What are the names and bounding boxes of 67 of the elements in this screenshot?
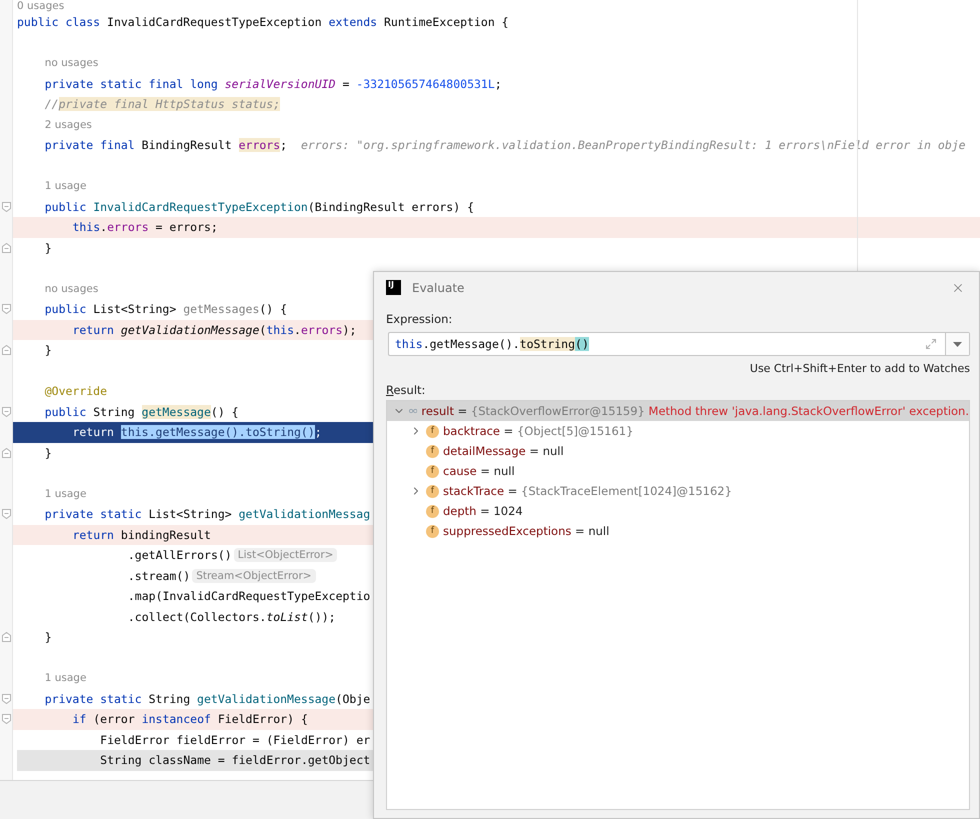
variable-text: result = {StackOverflowError@15159} Method threw 'java.lang.StackOverflowError' exception. <box>421 404 969 418</box>
tree-row[interactable]: result = {StackOverflowError@15159} Method threw 'java.lang.StackOverflowError' exception. <box>387 401 969 421</box>
variable-text: stackTrace = {StackTraceElement[1024]@15162} <box>443 484 732 498</box>
field-icon: f <box>426 484 439 498</box>
expression-label: Expression: <box>386 312 452 326</box>
code-text: @Override <box>44 384 108 398</box>
code-text: } <box>44 630 52 644</box>
code-text: //private final HttpStatus status; <box>44 97 280 112</box>
code-text: private static final long serialVersionUID = -332105657464800531L; <box>44 76 502 91</box>
code-text: if (error instanceof FieldError) { <box>72 712 308 726</box>
code-text: public String getMessage() { <box>44 404 239 419</box>
variable-text: detailMessage = null <box>443 444 564 458</box>
fold-end-icon[interactable] <box>2 242 10 253</box>
expression-field[interactable]: this.getMessage().toString() <box>388 332 970 356</box>
code-text: private static String getValidationMessage(Obje <box>44 692 370 706</box>
code-text: return getValidationMessage(this.errors); <box>72 322 356 337</box>
code-text: } <box>44 343 52 358</box>
code-text: this.errors = errors; <box>72 220 218 234</box>
fold-end-icon[interactable] <box>2 345 10 356</box>
fold-icon[interactable] <box>2 304 10 314</box>
result-label: Result: <box>386 383 426 397</box>
code-text: .stream() <box>128 568 190 583</box>
field-icon: f <box>426 464 439 478</box>
tree-row[interactable]: f depth = 1024 <box>387 501 969 521</box>
app-logo-icon: IJ <box>386 280 401 295</box>
fold-icon[interactable] <box>2 202 10 212</box>
code-text: private final BindingResult errors; <box>44 138 288 152</box>
code-text: .map(InvalidCardRequestTypeExceptio <box>128 589 370 604</box>
tree-row[interactable]: f cause = null <box>387 461 969 481</box>
code-text: private static List<String> getValidationMessag <box>44 507 370 522</box>
fold-icon[interactable] <box>2 714 10 724</box>
type-hint: Stream<ObjectError> <box>192 568 316 583</box>
inline-value: errors: "org.springframework.validation.BeanPropertyBindingResult: 1 errors\nField error in obje <box>300 138 966 152</box>
tree-row[interactable]: f suppressedExceptions = null <box>387 521 969 541</box>
code-text: public List<String> getMessages() { <box>44 302 288 316</box>
fold-end-icon[interactable] <box>2 632 10 642</box>
type-hint: List<ObjectError> <box>234 548 338 562</box>
code-text: public class InvalidCardRequestTypeException extends RuntimeException { <box>17 15 509 30</box>
code-text: public InvalidCardRequestTypeException(BindingResult errors) { <box>44 200 474 214</box>
code-text: return this.getMessage().toString(); <box>72 425 322 440</box>
variable-text: backtrace = {Object[5]@15161} <box>443 424 634 438</box>
code-text: } <box>44 240 52 255</box>
variable-text: depth = 1024 <box>443 504 523 518</box>
expand-icon[interactable] <box>925 338 937 350</box>
watches-hint: Use Ctrl+Shift+Enter to add to Watches <box>750 362 970 375</box>
tree-row[interactable]: f detailMessage = null <box>387 441 969 461</box>
tree-row[interactable]: f backtrace = {Object[5]@15161} <box>387 421 969 441</box>
fold-end-icon[interactable] <box>2 448 10 458</box>
variable-text: suppressedExceptions = null <box>443 524 610 538</box>
code-text: .collect(Collectors.toList()); <box>128 610 336 624</box>
tree-row[interactable]: f stackTrace = {StackTraceElement[1024]@15162} <box>387 481 969 501</box>
history-dropdown-button[interactable] <box>945 333 969 355</box>
code-text: String className = fieldError.getObject <box>100 753 370 768</box>
field-icon: f <box>426 444 439 458</box>
field-icon: f <box>426 504 439 518</box>
code-text: } <box>44 446 52 460</box>
fold-icon[interactable] <box>2 694 10 704</box>
dialog-title: Evaluate <box>412 280 466 294</box>
code-text: .getAllErrors() <box>128 548 232 562</box>
variable-text: cause = null <box>443 464 515 478</box>
code-text: return bindingResult <box>72 528 211 542</box>
field-icon: f <box>426 424 439 438</box>
field-icon: f <box>426 524 439 538</box>
glasses-icon <box>409 406 418 416</box>
fold-icon[interactable] <box>2 509 10 520</box>
code-text: FieldError fieldError = (FieldError) er <box>100 732 370 747</box>
fold-icon[interactable] <box>2 406 10 417</box>
